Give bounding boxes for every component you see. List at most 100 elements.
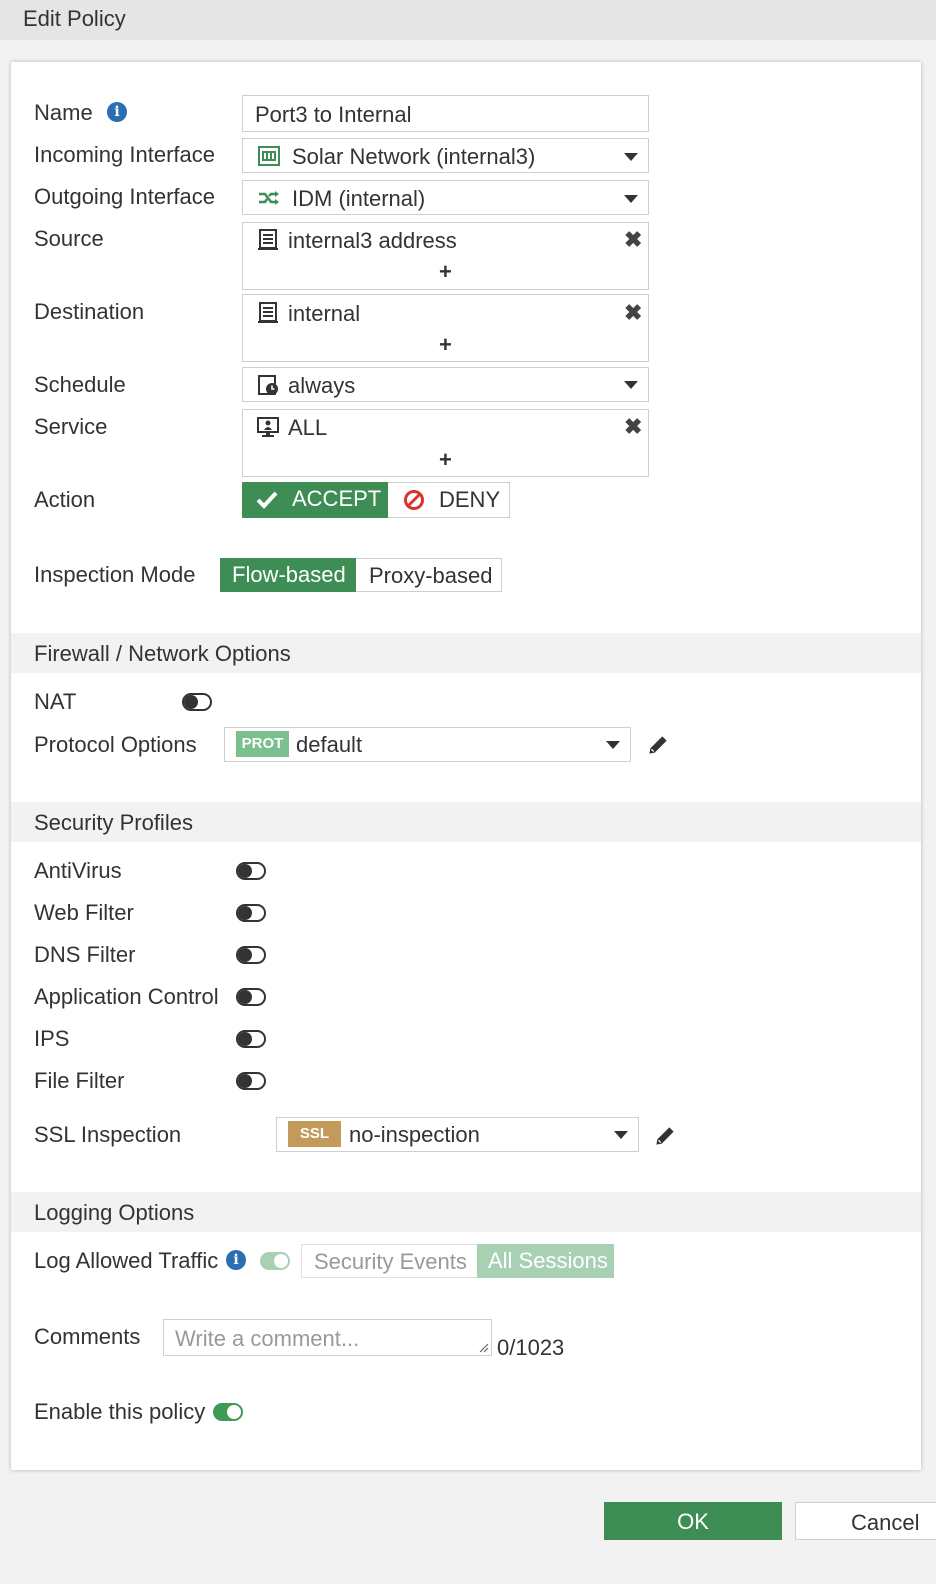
comments-placeholder: Write a comment... [175, 1326, 360, 1351]
info-icon[interactable]: i [226, 1250, 246, 1270]
action-toggle-group: ACCEPT DENY [242, 482, 510, 518]
service-value: ALL [288, 415, 328, 440]
firewall-section-title: Firewall / Network Options [34, 641, 291, 666]
outgoing-interface-select[interactable]: IDM (internal) [242, 180, 649, 215]
firewall-section-header: Firewall / Network Options [11, 633, 921, 673]
resize-handle-icon[interactable] [477, 1341, 489, 1353]
log-allowed-traffic-toggle[interactable] [260, 1252, 290, 1270]
ips-toggle[interactable] [236, 1030, 266, 1048]
inspection-mode-group: Flow-based Proxy-based [220, 558, 502, 592]
comments-count: 0/1023 [497, 1335, 565, 1360]
schedule-icon [258, 375, 278, 395]
protocol-options-select[interactable]: PROT default [224, 727, 631, 762]
security-section-title: Security Profiles [34, 810, 193, 835]
source-field[interactable]: internal3 address ✖ + [242, 222, 649, 290]
antivirus-toggle[interactable] [236, 862, 266, 880]
chevron-down-icon [614, 1131, 628, 1139]
remove-destination-icon[interactable]: ✖ [624, 302, 642, 324]
title-bar: Edit Policy [0, 0, 936, 40]
address-icon [258, 302, 278, 323]
source-value: internal3 address [288, 228, 457, 253]
checkmark-icon [256, 491, 278, 509]
dns-filter-label: DNS Filter [34, 942, 136, 967]
all-sessions-button[interactable]: All Sessions [477, 1244, 614, 1278]
deny-label[interactable]: DENY [439, 487, 500, 513]
proxy-based-button[interactable]: Proxy-based [369, 563, 493, 589]
ssl-inspection-select[interactable]: SSL no-inspection [276, 1117, 639, 1152]
protocol-options-value: default [296, 732, 363, 757]
outgoing-interface-value: IDM (internal) [292, 186, 426, 211]
enable-policy-label: Enable this policy [34, 1399, 206, 1424]
policy-form-panel: Name i Port3 to Internal Incoming Interf… [11, 62, 921, 1470]
destination-field[interactable]: internal ✖ + [242, 294, 649, 362]
edit-pencil-icon[interactable] [652, 1123, 678, 1149]
cancel-button[interactable]: Cancel [795, 1502, 936, 1540]
incoming-interface-value: Solar Network (internal3) [292, 144, 536, 169]
logging-section-title: Logging Options [34, 1200, 195, 1225]
log-mode-group: Security Events All Sessions [301, 1244, 614, 1278]
shuffle-icon [259, 191, 279, 205]
address-icon [258, 229, 278, 250]
schedule-select[interactable]: always [242, 367, 649, 402]
security-events-button[interactable]: Security Events [314, 1249, 467, 1275]
deny-icon[interactable] [403, 489, 425, 511]
remove-source-icon[interactable]: ✖ [624, 229, 642, 251]
destination-value: internal [288, 301, 361, 326]
nat-toggle[interactable] [182, 693, 212, 711]
application-control-toggle[interactable] [236, 988, 266, 1006]
chevron-down-icon [606, 741, 620, 749]
inspection-mode-label: Inspection Mode [34, 562, 196, 587]
ok-button[interactable]: OK [604, 1502, 782, 1540]
comments-textarea[interactable]: Write a comment... [163, 1319, 492, 1356]
outgoing-interface-label: Outgoing Interface [34, 184, 216, 209]
service-label: Service [34, 414, 108, 439]
accept-label: ACCEPT [292, 486, 382, 511]
ssl-inspection-value: no-inspection [349, 1122, 480, 1147]
ssl-badge: SSL [288, 1121, 341, 1147]
antivirus-label: AntiVirus [34, 858, 122, 883]
dns-filter-toggle[interactable] [236, 946, 266, 964]
edit-pencil-icon[interactable] [645, 732, 671, 758]
action-label: Action [34, 487, 96, 512]
info-icon[interactable]: i [107, 102, 127, 122]
logging-section-header: Logging Options [11, 1192, 921, 1232]
remove-service-icon[interactable]: ✖ [624, 416, 642, 438]
web-filter-toggle[interactable] [236, 904, 266, 922]
all-sessions-label: All Sessions [488, 1248, 608, 1273]
name-input-value: Port3 to Internal [255, 102, 412, 127]
web-filter-label: Web Filter [34, 900, 134, 925]
service-icon [257, 417, 279, 437]
add-destination-icon[interactable]: + [439, 334, 452, 356]
log-allowed-traffic-label: Log Allowed Traffic [34, 1248, 219, 1273]
incoming-interface-select[interactable]: Solar Network (internal3) [242, 138, 649, 173]
ips-label: IPS [34, 1026, 70, 1051]
application-control-label: Application Control [34, 984, 219, 1009]
flow-based-label: Flow-based [232, 562, 346, 587]
chevron-down-icon [624, 381, 638, 389]
protocol-options-label: Protocol Options [34, 732, 197, 757]
ssl-inspection-label: SSL Inspection [34, 1122, 182, 1147]
service-field[interactable]: ALL ✖ + [242, 409, 649, 477]
add-source-icon[interactable]: + [439, 261, 452, 283]
security-section-header: Security Profiles [11, 802, 921, 842]
schedule-label: Schedule [34, 372, 126, 397]
name-input[interactable]: Port3 to Internal [242, 95, 649, 132]
network-port-icon [258, 146, 280, 166]
destination-label: Destination [34, 299, 145, 324]
add-service-icon[interactable]: + [439, 449, 452, 471]
enable-policy-toggle[interactable] [213, 1403, 243, 1421]
accept-button[interactable]: ACCEPT [242, 482, 388, 518]
window-title: Edit Policy [23, 6, 126, 31]
nat-label: NAT [34, 689, 77, 714]
file-filter-label: File Filter [34, 1068, 125, 1093]
schedule-value: always [288, 373, 356, 398]
flow-based-button[interactable]: Flow-based [220, 558, 356, 592]
comments-label: Comments [34, 1324, 141, 1349]
incoming-interface-label: Incoming Interface [34, 142, 215, 167]
file-filter-toggle[interactable] [236, 1072, 266, 1090]
chevron-down-icon [624, 153, 638, 161]
prot-badge: PROT [236, 731, 289, 757]
chevron-down-icon [624, 195, 638, 203]
cancel-label: Cancel [851, 1510, 920, 1535]
source-label: Source [34, 226, 104, 251]
